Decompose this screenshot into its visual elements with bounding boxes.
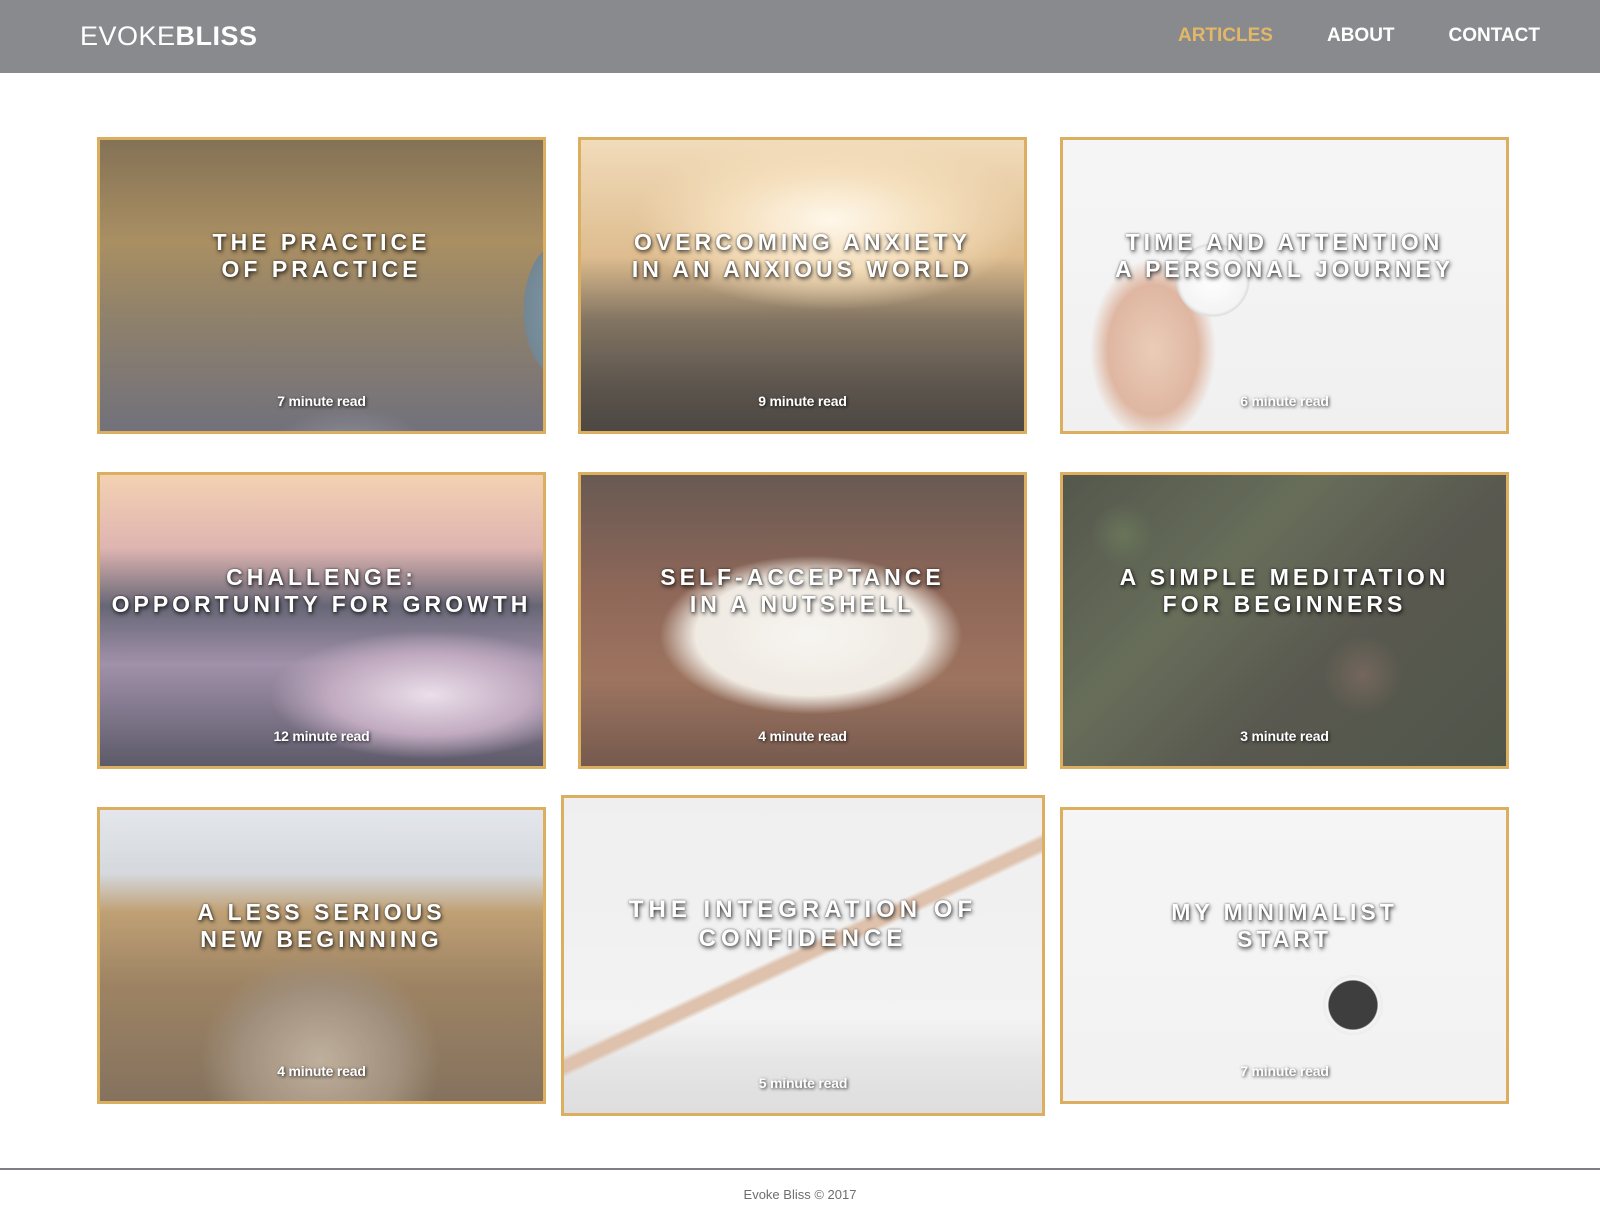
article-card-practice-of-practice[interactable]: THE PRACTICE OF PRACTICE 7 minute read: [97, 137, 546, 434]
article-card-self-acceptance[interactable]: SELF-ACCEPTANCE IN A NUTSHELL 4 minute re…: [578, 472, 1027, 769]
read-time: 7 minute read: [1240, 1063, 1329, 1079]
article-card-time-and-attention[interactable]: TIME AND ATTENTION A PERSONAL JOURNEY 6 m…: [1060, 137, 1509, 434]
read-time: 4 minute read: [277, 1063, 366, 1079]
nav-contact-link[interactable]: CONTACT: [1449, 23, 1540, 49]
main-nav: ARTICLES ABOUT CONTACT: [1124, 23, 1540, 49]
article-title: THE PRACTICE OF PRACTICE: [212, 229, 431, 283]
read-time: 12 minute read: [273, 728, 370, 744]
logo-text-bold: BLISS: [175, 21, 258, 51]
read-time: 4 minute read: [758, 728, 847, 744]
article-title: TIME AND ATTENTION A PERSONAL JOURNEY: [1114, 229, 1455, 283]
read-time: 6 minute read: [1240, 393, 1329, 409]
article-card-less-serious[interactable]: A LESS SERIOUS NEW BEGINNING 4 minute rea…: [97, 807, 546, 1104]
read-time: 5 minute read: [758, 1075, 848, 1091]
read-time: 9 minute read: [758, 393, 847, 409]
footer-divider: [0, 1168, 1600, 1170]
site-logo[interactable]: EVOKEBLISS: [80, 20, 258, 53]
article-title: MY MINIMALIST START: [1171, 899, 1398, 953]
top-navigation-bar: EVOKEBLISS ARTICLES ABOUT CONTACT: [0, 0, 1600, 73]
nav-articles-link[interactable]: ARTICLES: [1178, 23, 1273, 49]
article-title: OVERCOMING ANXIETY IN AN ANXIOUS WORLD: [631, 229, 974, 283]
article-card-challenge[interactable]: CHALLENGE: OPPORTUNITY FOR GROWTH 12 minu…: [97, 472, 546, 769]
article-card-simple-meditation[interactable]: A SIMPLE MEDITATION FOR BEGINNERS 3 minut…: [1060, 472, 1509, 769]
article-title: THE INTEGRATION OF CONFIDENCE: [628, 896, 978, 952]
article-title: A LESS SERIOUS NEW BEGINNING: [197, 899, 446, 953]
article-card-integration-of-confidence[interactable]: THE INTEGRATION OF CONFIDENCE 5 minute re…: [561, 795, 1045, 1116]
read-time: 7 minute read: [277, 393, 366, 409]
read-time: 3 minute read: [1240, 728, 1329, 744]
article-card-overcoming-anxiety[interactable]: OVERCOMING ANXIETY IN AN ANXIOUS WORLD 9 …: [578, 137, 1027, 434]
article-card-minimalist-start[interactable]: MY MINIMALIST START 7 minute read: [1060, 807, 1509, 1104]
footer-copyright: Evoke Bliss © 2017: [743, 1187, 857, 1202]
article-title: SELF-ACCEPTANCE IN A NUTSHELL: [660, 564, 945, 618]
article-title: CHALLENGE: OPPORTUNITY FOR GROWTH: [111, 564, 532, 618]
logo-text-light: EVOKE: [80, 21, 176, 51]
nav-about-link[interactable]: ABOUT: [1327, 23, 1395, 49]
article-title: A SIMPLE MEDITATION FOR BEGINNERS: [1119, 564, 1450, 618]
